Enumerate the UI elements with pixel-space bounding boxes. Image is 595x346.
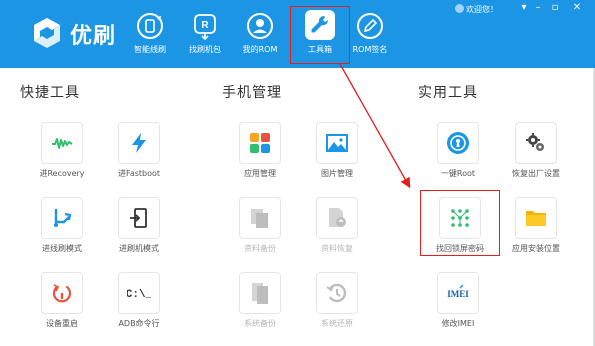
tool-icon-box xyxy=(41,197,83,239)
system-restore-icon xyxy=(326,283,347,303)
tool-flash-mode[interactable]: 进刷机模式 xyxy=(99,197,179,254)
tool-label: 进Fastboot xyxy=(117,169,161,178)
tool-label: ADB命令行 xyxy=(118,319,160,328)
app-name: 优刷 xyxy=(70,24,117,49)
tool-modify-imei[interactable]: IMEI 修改IMEI xyxy=(418,272,498,329)
section-quick-tools: 快捷工具 xyxy=(20,85,80,101)
nav-my-rom[interactable]: 我的ROM xyxy=(230,6,290,62)
tool-label: 图片管理 xyxy=(321,169,353,178)
tool-label: 恢复出厂设置 xyxy=(512,169,560,178)
tool-label: 应用管理 xyxy=(244,169,276,178)
tool-icon-box xyxy=(118,122,160,164)
rom-search-icon: R xyxy=(194,14,216,40)
tool-image-management[interactable]: 图片管理 xyxy=(297,122,377,179)
recovery-icon xyxy=(52,138,73,149)
imei-icon: IMEI xyxy=(447,284,469,299)
tool-icon-box xyxy=(316,122,358,164)
tool-icon-box xyxy=(41,122,83,164)
tool-fastboot[interactable]: 进Fastboot xyxy=(99,122,179,179)
welcome-text: 欢迎您！ xyxy=(466,5,498,14)
restart-icon xyxy=(52,284,72,303)
avatar[interactable] xyxy=(455,4,464,13)
system-backup-icon xyxy=(252,283,268,304)
pen-icon xyxy=(357,13,383,39)
section-phone-management: 手机管理 xyxy=(222,85,282,101)
minimize-icon[interactable]: – xyxy=(531,2,545,14)
tool-label: 设备重启 xyxy=(46,319,78,328)
tool-label: 资料备份 xyxy=(244,244,276,253)
tool-factory-reset[interactable]: 恢复出厂设置 xyxy=(496,122,576,179)
tool-system-restore[interactable]: 系统还原 xyxy=(297,272,377,329)
nav-label: 我的ROM xyxy=(242,45,278,54)
tool-icon-box: IMEI xyxy=(437,272,479,314)
tool-icon-box xyxy=(239,197,281,239)
tool-app-management[interactable]: 应用管理 xyxy=(220,122,300,179)
tool-icon-box xyxy=(118,197,160,239)
svg-text:IMEI: IMEI xyxy=(447,289,469,299)
title-bar: 优刷 智能线刷 R 找刷机包 我的ROM 工具箱 ROM签名 欢迎您！ ▾ – … xyxy=(0,0,595,68)
tool-label: 资料恢复 xyxy=(321,244,353,253)
user-icon xyxy=(247,13,273,39)
tool-icon-box xyxy=(239,272,281,314)
tool-icon-box xyxy=(316,272,358,314)
phone-enter-icon xyxy=(130,208,147,228)
tool-label: 进刷机模式 xyxy=(119,244,159,253)
folder-icon xyxy=(526,211,546,226)
tool-restart[interactable]: 设备重启 xyxy=(22,272,102,329)
svg-text:R: R xyxy=(201,20,209,31)
highlight-box-lock-password xyxy=(420,190,500,256)
tool-icon-box xyxy=(316,197,358,239)
nav-smart-flash[interactable]: 智能线刷 xyxy=(120,6,180,62)
highlight-box-toolbox xyxy=(290,6,350,64)
nav-label: 智能线刷 xyxy=(134,45,166,54)
tool-label: 进Recovery xyxy=(39,169,85,178)
tool-icon-box: C:\_ xyxy=(118,272,160,314)
tool-label: 系统还原 xyxy=(321,319,353,328)
app-logo-icon xyxy=(34,18,60,48)
tool-one-click-root[interactable]: 一键Root xyxy=(418,122,498,179)
tool-data-backup[interactable]: 资料备份 xyxy=(220,197,300,254)
svg-text:C:\_: C:\_ xyxy=(127,289,151,301)
tool-recovery[interactable]: 进Recovery xyxy=(22,122,102,179)
tool-label: 应用安装位置 xyxy=(512,244,560,253)
tool-icon-box xyxy=(41,272,83,314)
maximize-icon[interactable]: ▫ xyxy=(548,2,562,14)
menu-icon[interactable]: ▾ xyxy=(517,2,531,14)
tool-system-backup[interactable]: 系统备份 xyxy=(220,272,300,329)
close-icon[interactable]: ✕ xyxy=(570,2,584,14)
tool-label: 系统备份 xyxy=(244,319,276,328)
gears-icon xyxy=(526,133,544,151)
refresh-phone-icon xyxy=(137,13,163,39)
apps-icon xyxy=(250,133,270,153)
tool-label: 修改IMEI xyxy=(441,319,475,328)
tool-label: 进线刷模式 xyxy=(42,244,82,253)
tool-data-restore[interactable]: 资料恢复 xyxy=(297,197,377,254)
tool-line-flash-mode[interactable]: 进线刷模式 xyxy=(22,197,102,254)
tool-adb-cmd[interactable]: C:\_ ADB命令行 xyxy=(99,272,179,329)
tool-icon-box xyxy=(515,197,557,239)
restore-icon xyxy=(329,208,346,227)
image-icon xyxy=(326,134,348,152)
keyhole-icon xyxy=(447,132,469,154)
tool-icon-box xyxy=(515,122,557,164)
lightning-icon xyxy=(132,133,146,153)
nav-label: 找刷机包 xyxy=(189,45,221,54)
tool-app-install-location[interactable]: 应用安装位置 xyxy=(496,197,576,254)
tool-icon-box xyxy=(437,122,479,164)
tool-label: 一键Root xyxy=(440,169,476,178)
backup-icon xyxy=(251,209,268,228)
section-practical-tools: 实用工具 xyxy=(418,85,478,101)
tool-icon-box xyxy=(239,122,281,164)
usb-icon xyxy=(54,208,72,227)
nav-find-rom[interactable]: R 找刷机包 xyxy=(175,6,235,62)
terminal-icon: C:\_ xyxy=(127,289,151,301)
